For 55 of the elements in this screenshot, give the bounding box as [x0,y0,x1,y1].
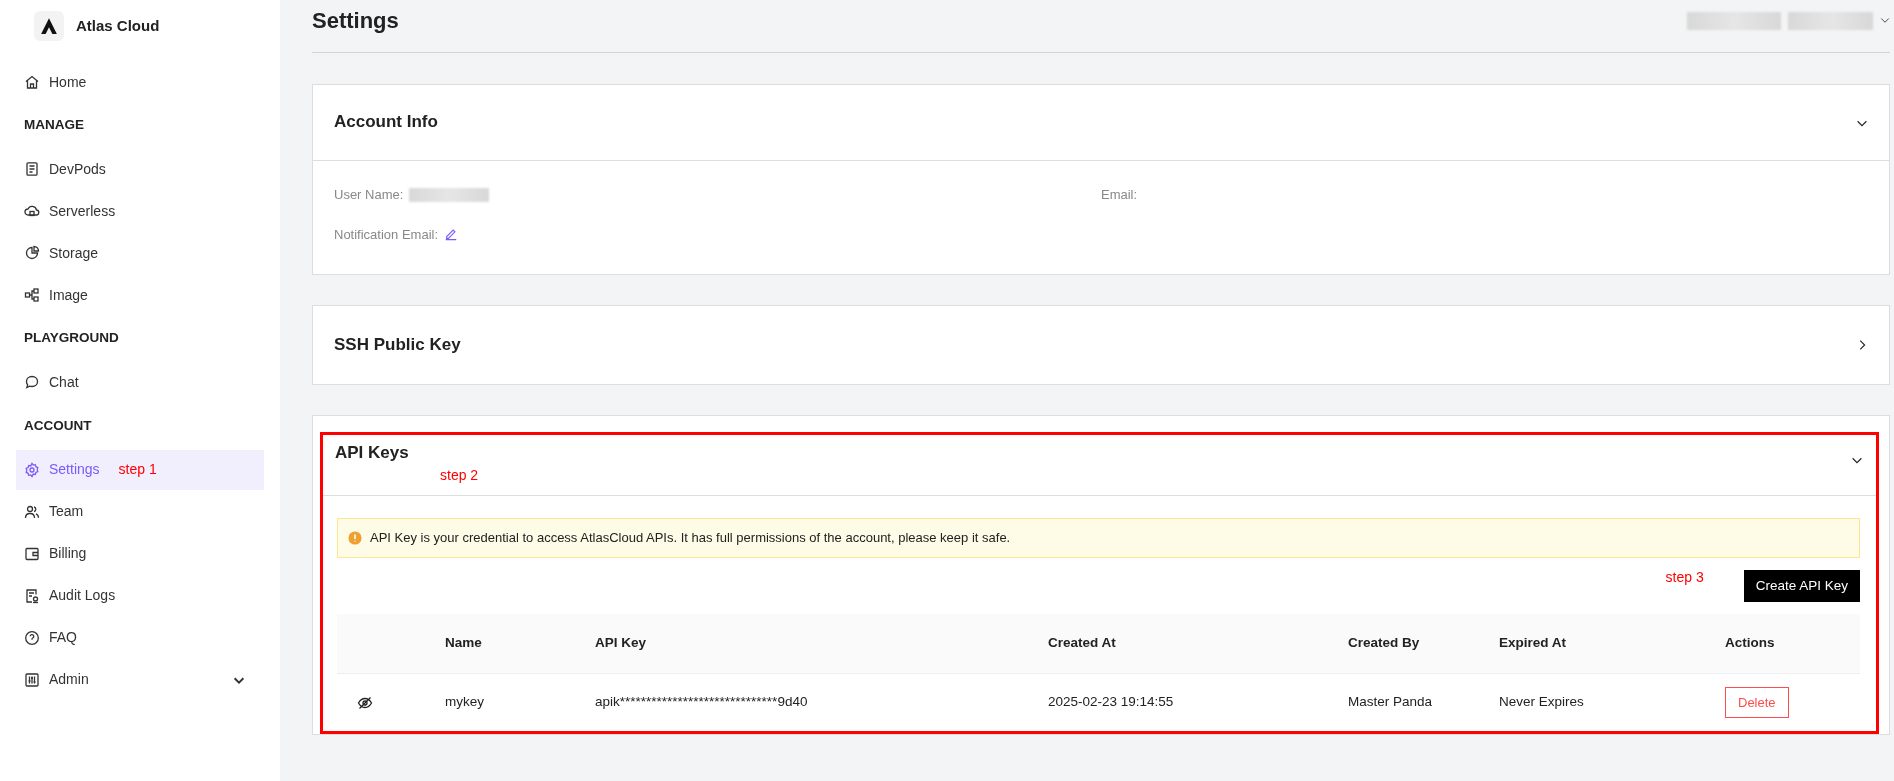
alert-text: API Key is your credential to access AtlasCloud APIs. It has full permissions of the account, please keep it safe. [370,529,1011,548]
help-icon [24,629,40,646]
settings-icon [24,461,40,478]
table-cell: 2025-02-23 19:14:55 [1048,694,1174,710]
section-heading: MANAGE [23,116,85,135]
report-icon [24,587,40,604]
section-title: SSH Public Key [334,334,461,356]
field-label: Notification Email: [334,225,439,244]
sidebar-item[interactable]: Serverless [16,191,264,232]
sidebar-item[interactable]: Settings step 1 [16,449,264,490]
sidebar-item[interactable]: Image [16,275,264,316]
sidebar-item[interactable]: Audit Logs [16,575,264,616]
column-header: API Key [595,635,647,651]
table-cell: Master Panda [1348,694,1433,710]
column-header: Created At [1048,635,1116,651]
column-header: Actions [1725,635,1775,651]
section-heading: PLAYGROUND [23,329,120,348]
annotation-text: step 1 [118,460,157,480]
section-title: Account Info [334,112,438,133]
sidebar-item[interactable]: Home [16,62,264,102]
page-title: Settings [312,7,399,35]
people-icon [24,503,40,520]
sidebar-item[interactable]: DevPods [16,149,264,190]
table-cell: Never Expires [1499,694,1584,710]
field-label: User Name: [334,186,404,204]
column-header: Name [445,635,482,651]
wallet-icon [24,545,40,562]
brand-name: Atlas Cloud [76,15,160,36]
sidebar-item[interactable]: FAQ [16,617,264,658]
sidebar-item[interactable]: Admin [16,659,264,700]
annotation-text: step 2 [440,466,479,486]
eye-off-icon[interactable] [357,694,373,711]
table-cell: apik******************************9d40 [595,694,808,710]
create-api-key-button[interactable]: Create API Key [1743,570,1860,602]
table-cell: mykey [445,694,484,710]
column-header: Created By [1348,635,1420,651]
field-label: Email: [1101,186,1138,204]
home-icon [24,74,40,90]
annotation-text: step 3 [1665,567,1704,587]
logo-icon [34,11,64,41]
section-title: API Keys [335,443,410,464]
sidebar-item[interactable]: Storage [16,233,264,274]
sliders-icon [24,671,40,688]
pie-chart-icon [24,245,40,262]
chat-icon [24,374,40,391]
section-heading: ACCOUNT [23,416,93,435]
sidebar-item[interactable]: Chat [16,362,264,403]
edit-icon[interactable] [444,227,459,242]
document-icon [24,161,40,178]
column-header: Expired At [1499,635,1566,651]
sidebar-item[interactable]: Billing [16,533,264,574]
chevron-down-icon[interactable] [1880,16,1890,26]
nodes-icon [24,287,40,304]
sidebar-item[interactable]: Team [16,491,264,532]
warning-icon [348,531,362,545]
